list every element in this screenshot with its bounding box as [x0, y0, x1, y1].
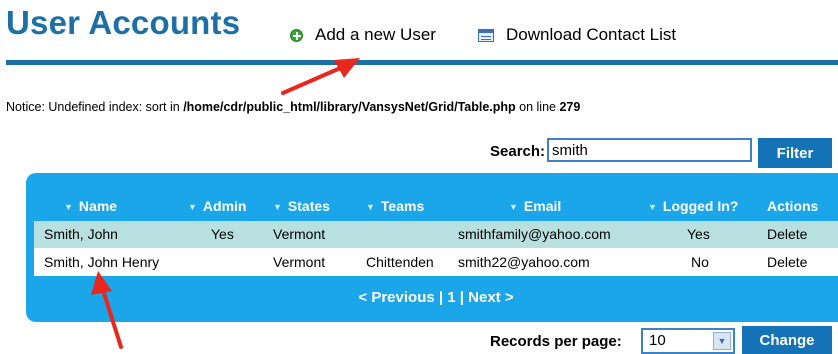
- arrow-icon: [281, 58, 360, 95]
- annotation-arrows: [91, 58, 360, 349]
- arrow-icon: [91, 271, 123, 349]
